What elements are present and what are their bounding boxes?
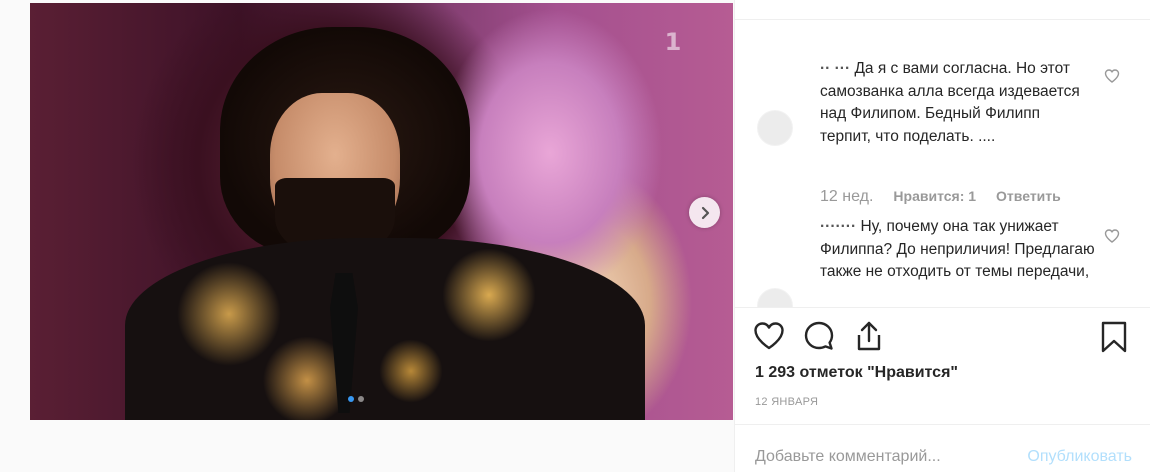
carousel-dots	[348, 396, 364, 402]
comment-username[interactable]: ·······	[820, 218, 856, 235]
like-button[interactable]	[753, 320, 785, 352]
divider	[735, 307, 1150, 308]
comments-list[interactable]: ·· ··· Да я с вами согласна. Но этот сам…	[735, 20, 1150, 307]
bookmark-icon	[1101, 321, 1127, 353]
chevron-right-icon	[701, 206, 709, 219]
post-actions	[753, 320, 885, 352]
comment-text: ······· Ну, почему она так унижает Филип…	[820, 216, 1095, 284]
save-button[interactable]	[1098, 320, 1130, 354]
share-button[interactable]	[853, 320, 885, 352]
next-slide-button[interactable]	[689, 197, 720, 228]
post-side-panel: ·· ··· Да я с вами согласна. Но этот сам…	[735, 0, 1150, 472]
comment-likes[interactable]: Нравится: 1	[893, 188, 976, 204]
media-area: 1	[0, 0, 735, 472]
reply-button[interactable]: Ответить	[996, 188, 1061, 204]
avatar[interactable]	[757, 110, 793, 146]
comment-text: ·· ··· Да я с вами согласна. Но этот сам…	[820, 58, 1095, 148]
person-jacket	[125, 238, 645, 420]
comment-meta: 12 нед. Нравится: 1 Ответить	[820, 188, 1081, 206]
likes-count[interactable]: 1 293 отметок "Нравится"	[755, 364, 958, 382]
post-date[interactable]: 12 ЯНВАРЯ	[755, 396, 818, 408]
avatar[interactable]	[757, 288, 793, 307]
comment-body: Ну, почему она так унижает Филиппа? До н…	[820, 218, 1095, 280]
post-video[interactable]: 1	[30, 3, 733, 420]
comment-username[interactable]: ·· ···	[820, 60, 850, 77]
channel-logo: 1	[664, 28, 682, 56]
divider	[735, 424, 1150, 425]
carousel-dot	[358, 396, 364, 402]
heart-icon	[754, 322, 784, 350]
comment-icon	[804, 321, 834, 350]
heart-icon[interactable]	[1104, 68, 1120, 84]
comment-body: Да я с вами согласна. Но этот самозванка…	[820, 60, 1080, 145]
comment-button[interactable]	[803, 320, 835, 352]
carousel-dot-active	[348, 396, 354, 402]
share-icon	[857, 321, 881, 351]
comment-time[interactable]: 12 нед.	[820, 188, 873, 206]
add-comment-input[interactable]	[755, 448, 995, 466]
publish-button[interactable]: Опубликовать	[1027, 448, 1132, 466]
heart-icon[interactable]	[1104, 228, 1120, 244]
